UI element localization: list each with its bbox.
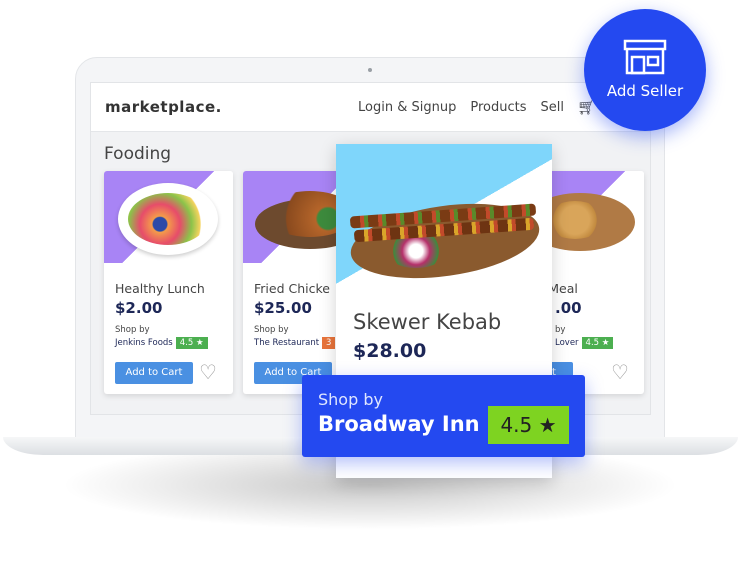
section-title: Fooding bbox=[104, 144, 172, 164]
product-title: Fried Chicke bbox=[254, 281, 330, 296]
product-title: Healthy Lunch bbox=[115, 281, 205, 296]
product-price: .00 bbox=[555, 299, 582, 317]
shop-by-label: Shop by bbox=[254, 325, 289, 335]
shop-name: The Restaurant 3 bbox=[254, 337, 336, 349]
logo[interactable]: marketplace. bbox=[105, 98, 222, 116]
nav-sell[interactable]: Sell bbox=[540, 100, 563, 115]
nav: Login & Signup Products Sell bbox=[358, 100, 564, 115]
shop-by-label: Shop by bbox=[318, 390, 383, 409]
add-seller-label: Add Seller bbox=[606, 82, 684, 100]
store-icon bbox=[623, 39, 667, 75]
shop-name-text[interactable]: The Restaurant bbox=[254, 338, 319, 348]
product-price: $2.00 bbox=[115, 299, 163, 317]
product-price: $25.00 bbox=[254, 299, 312, 317]
shop-name: Jenkins Foods 4.5 ★ bbox=[115, 337, 208, 349]
rating-badge: 4.5 ★ bbox=[175, 337, 208, 349]
product-card[interactable]: Healthy Lunch $2.00 Shop by Jenkins Food… bbox=[104, 171, 233, 394]
product-image bbox=[104, 171, 233, 263]
shop-name-text[interactable]: Lover bbox=[555, 338, 579, 348]
add-to-cart-button[interactable]: Add to Cart bbox=[115, 362, 193, 384]
rating-badge: 4.5 ★ bbox=[488, 406, 569, 444]
shop-by-label: Shop by bbox=[115, 325, 150, 335]
shop-by-label: by bbox=[555, 325, 566, 335]
shop-name-text[interactable]: Jenkins Foods bbox=[115, 338, 173, 348]
header: marketplace. Login & Signup Products Sel… bbox=[91, 83, 650, 132]
shop-by-banner[interactable]: Shop by Broadway Inn 4.5 ★ bbox=[302, 375, 585, 457]
add-seller-button[interactable]: Add Seller bbox=[584, 9, 706, 131]
heart-icon[interactable]: ♡ bbox=[199, 360, 217, 384]
nav-login[interactable]: Login & Signup bbox=[358, 100, 456, 115]
shop-name[interactable]: Broadway Inn bbox=[318, 412, 480, 436]
featured-product-image bbox=[336, 144, 552, 299]
heart-icon[interactable]: ♡ bbox=[611, 360, 629, 384]
rating-badge: 3 bbox=[322, 337, 336, 349]
rating-badge: 4.5 ★ bbox=[581, 337, 614, 349]
shop-name: Lover 4.5 ★ bbox=[555, 337, 614, 349]
nav-products[interactable]: Products bbox=[470, 100, 526, 115]
camera bbox=[368, 68, 372, 72]
featured-price: $28.00 bbox=[353, 340, 427, 362]
featured-title: Skewer Kebab bbox=[353, 310, 502, 334]
